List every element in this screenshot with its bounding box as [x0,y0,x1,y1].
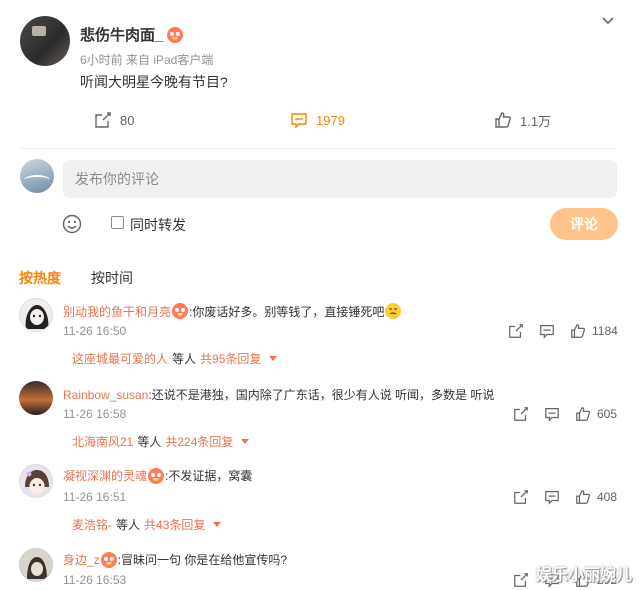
share-icon[interactable] [513,572,529,588]
reply-mid: 等人 [116,518,141,532]
reply-mid: 等人 [172,352,197,366]
comment-avatar[interactable] [19,548,53,582]
reply-summary[interactable]: 这座城最可爱的人 等人 共95条回复 [72,350,278,367]
post-author[interactable]: 悲伤牛肉面_ [80,24,184,45]
my-avatar [20,159,54,193]
comment-line: Rainbow_susan :还说不是港独，国内除了广东话，很少有人说 听闻，多… [63,386,494,403]
reply-user[interactable]: 北海南风21 [72,433,133,450]
share-icon[interactable] [513,489,529,505]
comment-line: 凝视深渊的灵魂 :不发证据，窝囊 [63,467,252,484]
comment-time: 11-26 16:50 [63,324,127,338]
member-badge-icon [172,303,189,319]
thumbs-up-icon [495,112,511,128]
tab-sort-time[interactable]: 按时间 [91,268,133,288]
reply-summary[interactable]: 北海南风21 等人 共224条回复 [72,433,250,450]
comment-text: :不发证据，窝囊 [165,469,253,483]
comment-text: :还说不是港独，国内除了广东话，很少有人说 听闻，多数是 听说 [148,388,495,402]
comment-line: 身边_z :冒昧问一句 你是在给他宣传吗? [63,551,287,568]
repost-count: 80 [120,112,135,128]
share-icon [95,112,111,128]
member-badge-icon [100,551,117,568]
comment-icon[interactable] [544,406,560,422]
post-author-avatar[interactable] [20,16,70,66]
comment-text: :冒昧问一句 你是在给他宣传吗? [117,553,288,567]
comment-count: 1979 [316,112,345,128]
comment-avatar[interactable] [19,464,53,498]
comment-time: 11-26 16:58 [63,407,127,421]
comment-actions: 605 [513,406,617,422]
share-icon[interactable] [508,323,524,339]
comment-text: :你废话好多。别等钱了，直接锤死吧 [189,304,385,319]
comment-time: 11-26 16:53 [63,573,127,587]
comment-button[interactable]: 1979 [290,110,345,130]
caret-down-icon [269,356,278,361]
member-badge-icon [148,467,165,484]
comment-like-count: 605 [597,407,618,421]
comment-time: 11-26 16:51 [63,490,127,504]
post-text: 听闻大明星今晚有节目? [80,74,228,90]
comment-like-count: 408 [597,490,618,504]
share-icon[interactable] [513,406,529,422]
thumbs-up-icon[interactable] [575,489,591,505]
comment-avatar[interactable] [19,298,53,332]
comment-actions: 408 [513,489,617,505]
emoji-icon[interactable] [62,214,82,234]
grimace-emoji-icon [385,303,402,319]
like-count: 1.1万 [520,113,552,129]
repost-checkbox[interactable] [111,216,124,229]
like-button[interactable]: 1.1万 [494,110,551,130]
submit-comment-button[interactable]: 评论 [550,208,618,240]
watermark: 娱乐小丽婉儿 [536,567,633,584]
reply-summary[interactable]: 麦浩铭- 等人 共43条回复 [72,516,222,533]
comment-avatar[interactable] [19,381,53,415]
comment-user[interactable]: Rainbow_susan [63,388,148,402]
comment-user[interactable]: 别动我的鱼干和月亮 [63,303,171,320]
repost-button[interactable]: 80 [94,110,134,130]
reply-user[interactable]: 这座城最可爱的人 [72,350,168,367]
post-meta: 6小时前 来自 iPad客户端 [80,53,214,67]
caret-down-icon [241,439,250,444]
reply-user[interactable]: 麦浩铭- [72,516,112,533]
member-badge-icon [167,26,184,43]
reply-mid: 等人 [137,435,162,449]
comment-like-count: 1184 [592,324,618,338]
comment-icon [291,113,307,129]
comment-line: 别动我的鱼干和月亮 :你废话好多。别等钱了，直接锤死吧 [63,302,402,320]
caret-down-icon [213,522,222,527]
chevron-down-icon[interactable] [601,14,615,28]
divider [20,148,616,149]
comment-user[interactable]: 凝视深渊的灵魂 [63,467,147,484]
comment-icon[interactable] [539,323,555,339]
comment-user[interactable]: 身边_z [63,551,100,568]
comment-actions: 1184 [508,323,618,339]
post-author-name[interactable]: 悲伤牛肉面_ [80,24,163,45]
reply-count[interactable]: 共95条回复 [200,350,261,367]
comment-input[interactable]: 发布你的评论 [63,160,617,198]
repost-label[interactable]: 同时转发 [130,215,186,235]
reply-count[interactable]: 共43条回复 [144,516,205,533]
thumbs-up-icon[interactable] [575,406,591,422]
reply-count[interactable]: 共224条回复 [165,433,233,450]
comment-icon[interactable] [544,489,560,505]
tab-sort-hot[interactable]: 按热度 [19,268,61,288]
thumbs-up-icon[interactable] [570,323,586,339]
